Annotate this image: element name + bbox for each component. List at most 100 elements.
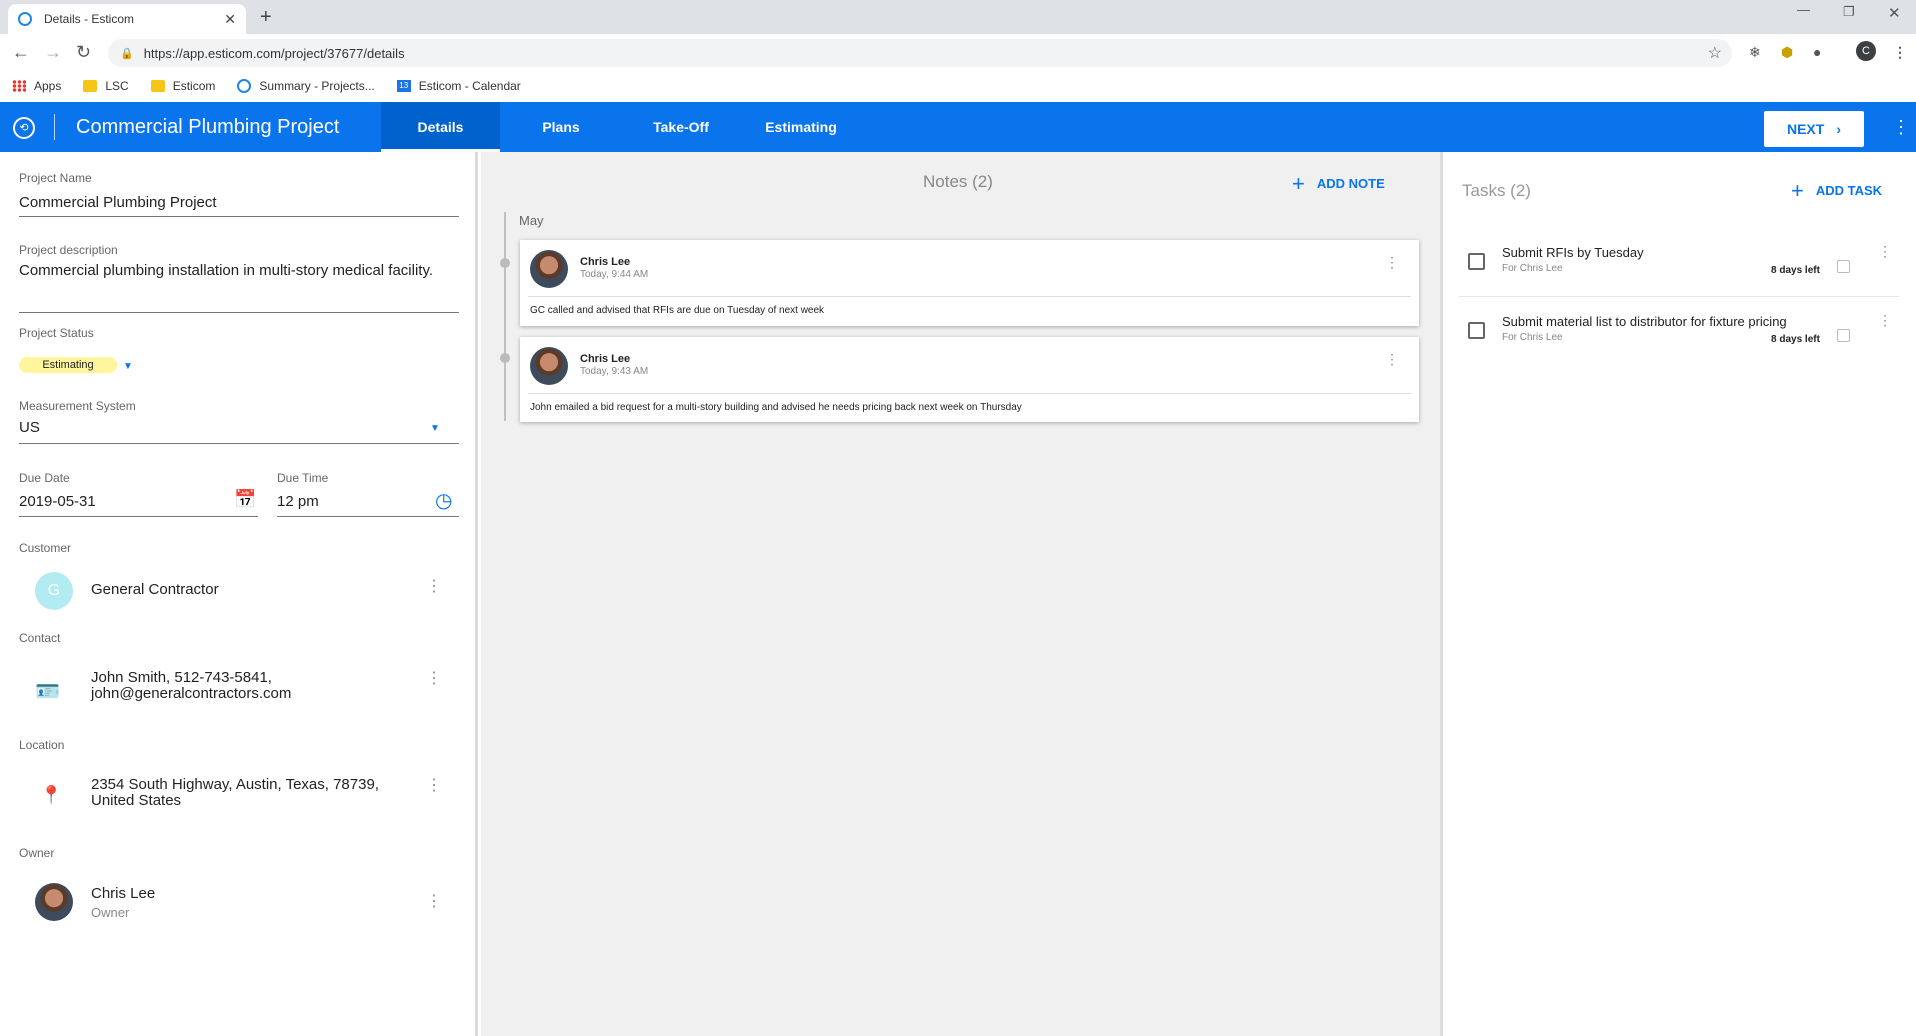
minimize-window-icon[interactable]: — <box>1797 2 1810 17</box>
note-author: Chris Lee <box>580 353 631 365</box>
task-item[interactable]: Submit material list to distributor for … <box>1459 298 1899 366</box>
due-time-input[interactable]: 12 pm <box>277 491 319 513</box>
restore-window-icon[interactable]: ❐ <box>1843 4 1855 20</box>
add-task-button[interactable]: + ADD TASK <box>1791 177 1883 203</box>
task-calendar-icon[interactable] <box>1837 260 1850 273</box>
task-calendar-icon[interactable] <box>1837 329 1850 342</box>
browser-tab[interactable]: Details - Esticom ✕ <box>8 4 246 34</box>
honey-extension-icon[interactable]: ⬢ <box>1781 44 1793 61</box>
measurement-select[interactable]: US <box>19 417 40 439</box>
browser-menu-icon[interactable]: ⋮ <box>1893 44 1907 61</box>
customer-name[interactable]: General Contractor <box>91 579 219 601</box>
note-author: Chris Lee <box>580 256 631 268</box>
status-dropdown-icon[interactable]: ▼ <box>123 361 133 372</box>
clock-icon[interactable]: ◷ <box>435 488 452 513</box>
project-title: Commercial Plumbing Project <box>76 116 340 138</box>
due-date-underline <box>19 516 258 517</box>
bookmark-lsc[interactable]: LSC <box>83 79 129 93</box>
esticom-icon <box>237 79 252 93</box>
contact-label: Contact <box>19 631 61 645</box>
address-bar[interactable]: 🔒 https://app.esticom.com/project/37677/… <box>108 39 1732 67</box>
location-label: Location <box>19 738 65 752</box>
forward-arrow-icon[interactable]: → <box>44 42 62 63</box>
note-card[interactable]: Chris Lee Today, 9:43 AM ⋮ John emailed … <box>520 337 1419 422</box>
browser-tabstrip: Details - Esticom ✕ + — ❐ ✕ <box>0 0 1916 34</box>
folder-icon <box>150 80 165 92</box>
measurement-dropdown-icon[interactable]: ▼ <box>430 423 440 434</box>
location-line-2: United States <box>91 792 182 809</box>
reload-icon[interactable]: ↻ <box>76 42 91 63</box>
bookmark-label: LSC <box>105 79 129 93</box>
task-title: Submit RFIs by Tuesday <box>1502 245 1644 260</box>
bookmark-label: Esticom <box>172 79 216 93</box>
bookmarks-bar: Apps LSC Esticom Summary - Projects... 1… <box>0 70 1916 102</box>
status-label: Project Status <box>19 326 94 340</box>
tab-plans[interactable]: Plans <box>500 102 622 152</box>
timeline-dot <box>500 258 510 268</box>
circle-extension-icon[interactable]: ● <box>1813 44 1821 60</box>
location-more-icon[interactable]: ⋮ <box>426 778 442 794</box>
task-assignee: For Chris Lee <box>1502 263 1563 274</box>
next-button[interactable]: NEXT › <box>1764 111 1864 147</box>
location-line-1: 2354 South Highway, Austin, Texas, 78739… <box>91 776 379 793</box>
note-more-icon[interactable]: ⋮ <box>1385 255 1399 269</box>
timeline-line <box>504 212 506 421</box>
tasks-title: Tasks (2) <box>1462 181 1531 200</box>
folder-icon <box>83 80 98 92</box>
measurement-underline <box>19 443 459 444</box>
task-divider <box>1459 296 1899 297</box>
contact-more-icon[interactable]: ⋮ <box>426 671 442 687</box>
notes-title: Notes (2) <box>923 172 993 191</box>
bookmark-esticom-calendar[interactable]: 13 Esticom - Calendar <box>396 79 521 93</box>
contact-line-2: john@generalcontractors.com <box>91 685 292 702</box>
lock-icon: 🔒 <box>120 47 134 60</box>
bookmark-summary-projects[interactable]: Summary - Projects... <box>237 79 375 93</box>
header-divider <box>54 114 55 140</box>
tab-estimating[interactable]: Estimating <box>740 102 862 152</box>
note-card[interactable]: Chris Lee Today, 9:44 AM ⋮ GC called and… <box>520 240 1419 326</box>
bookmark-label: Summary - Projects... <box>259 79 375 93</box>
esticom-logo-icon[interactable]: ⟲ <box>13 117 35 139</box>
profile-avatar[interactable]: C <box>1856 41 1876 61</box>
browser-toolbar: ← → ↻ 🔒 https://app.esticom.com/project/… <box>0 34 1916 70</box>
owner-avatar <box>35 883 73 921</box>
owner-label: Owner <box>19 846 55 860</box>
tab-details[interactable]: Details <box>381 102 500 152</box>
new-tab-icon[interactable]: + <box>260 6 272 29</box>
customer-label: Customer <box>19 541 72 555</box>
project-name-underline <box>19 216 459 217</box>
status-badge[interactable]: Estimating <box>19 357 117 373</box>
note-more-icon[interactable]: ⋮ <box>1385 352 1399 366</box>
measurement-label: Measurement System <box>19 399 136 413</box>
task-checkbox[interactable] <box>1468 253 1485 270</box>
bookmark-star-icon[interactable]: ☆ <box>1708 43 1722 63</box>
apps-grid-icon <box>12 80 26 92</box>
owner-more-icon[interactable]: ⋮ <box>426 894 442 910</box>
project-name-input[interactable]: Commercial Plumbing Project <box>19 192 217 214</box>
tab-take-off[interactable]: Take-Off <box>622 102 740 152</box>
note-author-avatar <box>530 250 568 288</box>
tasks-panel: Tasks (2) + ADD TASK Submit RFIs by Tues… <box>1440 152 1916 1036</box>
due-date-input[interactable]: 2019-05-31 <box>19 491 96 513</box>
task-checkbox[interactable] <box>1468 322 1485 339</box>
task-more-icon[interactable]: ⋮ <box>1878 244 1892 258</box>
close-window-icon[interactable]: ✕ <box>1888 4 1901 22</box>
snowflake-extension-icon[interactable]: ❄ <box>1749 44 1761 61</box>
bookmark-esticom[interactable]: Esticom <box>150 79 216 93</box>
more-options-icon[interactable]: ⋮ <box>1892 118 1910 136</box>
plus-icon: + <box>1292 170 1305 196</box>
customer-more-icon[interactable]: ⋮ <box>426 579 442 595</box>
back-arrow-icon[interactable]: ← <box>12 42 30 63</box>
owner-role: Owner <box>91 905 130 920</box>
add-task-label: ADD TASK <box>1815 183 1883 198</box>
due-time-label: Due Time <box>277 471 329 485</box>
task-more-icon[interactable]: ⋮ <box>1878 313 1892 327</box>
add-note-button[interactable]: + ADD NOTE <box>1292 170 1385 196</box>
calendar-icon[interactable]: 📅 <box>234 489 256 510</box>
close-tab-icon[interactable]: ✕ <box>224 11 236 28</box>
plus-icon: + <box>1791 177 1804 203</box>
bookmark-apps[interactable]: Apps <box>12 79 61 93</box>
task-item[interactable]: Submit RFIs by Tuesday For Chris Lee 8 d… <box>1459 229 1899 297</box>
description-input[interactable]: Commercial plumbing installation in mult… <box>19 260 439 282</box>
customer-avatar: G <box>35 572 73 610</box>
